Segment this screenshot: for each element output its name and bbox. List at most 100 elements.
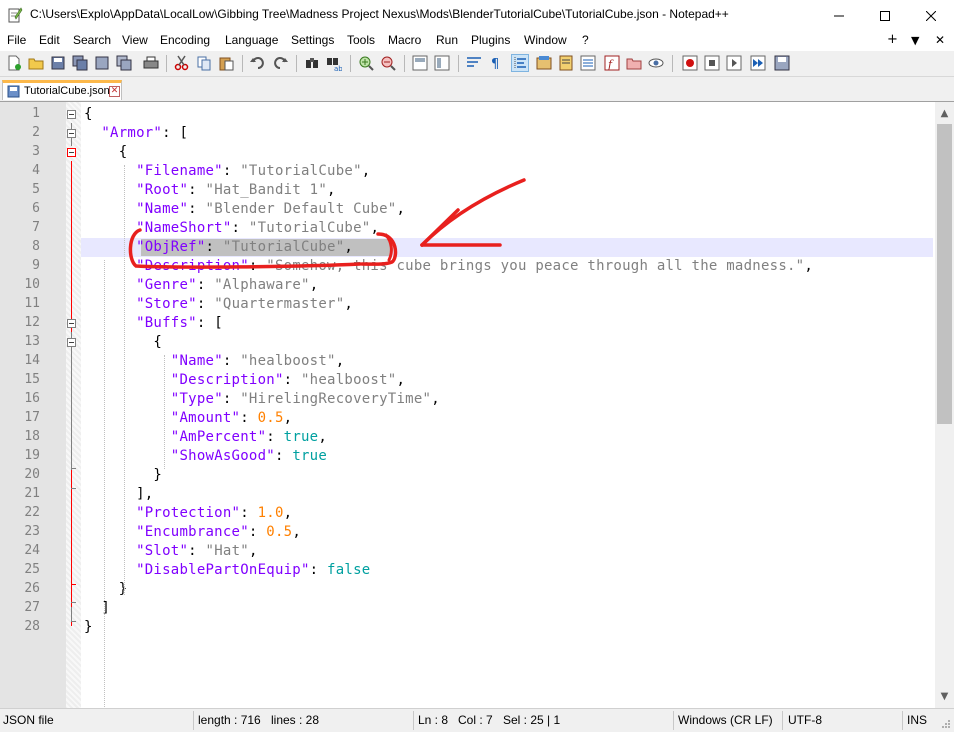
- save-macro-icon[interactable]: [774, 55, 790, 71]
- code-line-1[interactable]: 1{: [0, 105, 935, 124]
- print-icon[interactable]: [143, 55, 159, 71]
- sync-vertical-icon[interactable]: [412, 55, 428, 71]
- tab-tutorialcube-json[interactable]: TutorialCube.json ✕: [2, 80, 122, 100]
- tab-close-icon[interactable]: ✕: [109, 86, 120, 97]
- code-line-28[interactable]: 28}: [0, 618, 935, 637]
- code-line-20[interactable]: 20 }: [0, 466, 935, 485]
- menu-help[interactable]: ?: [582, 33, 589, 47]
- user-language-icon[interactable]: [536, 55, 552, 71]
- cut-icon[interactable]: [174, 55, 190, 71]
- code-text[interactable]: "NameShort": "TutorialCube",: [84, 220, 379, 236]
- save-icon[interactable]: [50, 55, 66, 71]
- new-tab-plus-icon[interactable]: +: [887, 32, 898, 47]
- open-file-icon[interactable]: [28, 55, 44, 71]
- redo-icon[interactable]: [272, 55, 288, 71]
- code-text[interactable]: "Amount": 0.5,: [84, 410, 292, 426]
- fold-toggle-line-3[interactable]: [67, 148, 76, 157]
- word-wrap-icon[interactable]: [466, 55, 482, 71]
- menu-plugins[interactable]: Plugins: [471, 33, 510, 47]
- menu-run[interactable]: Run: [436, 33, 458, 47]
- paste-icon[interactable]: [218, 55, 234, 71]
- code-line-7[interactable]: 7 "NameShort": "TutorialCube",: [0, 219, 935, 238]
- close-all-icon[interactable]: [116, 55, 132, 71]
- fold-toggle-line-13[interactable]: [67, 338, 76, 347]
- code-text[interactable]: "Description": "healboost",: [84, 372, 405, 388]
- code-text[interactable]: "Genre": "Alphaware",: [84, 277, 318, 293]
- indent-guide-icon[interactable]: [511, 54, 529, 72]
- menu-search[interactable]: Search: [73, 33, 111, 47]
- code-text[interactable]: ]: [84, 600, 110, 616]
- find-icon[interactable]: [304, 55, 320, 71]
- new-file-icon[interactable]: [6, 55, 22, 71]
- show-all-characters-icon[interactable]: ¶: [488, 55, 504, 71]
- code-line-2[interactable]: 2 "Armor": [: [0, 124, 935, 143]
- function-list-icon[interactable]: [580, 55, 596, 71]
- zoom-out-icon[interactable]: [380, 55, 396, 71]
- code-text[interactable]: "Root": "Hat_Bandit 1",: [84, 182, 336, 198]
- minimize-button[interactable]: [816, 0, 862, 31]
- folder-workspace-icon[interactable]: [626, 55, 642, 71]
- code-text[interactable]: ],: [84, 486, 153, 502]
- menu-file[interactable]: File: [7, 33, 26, 47]
- menu-encoding[interactable]: Encoding: [160, 33, 210, 47]
- code-line-19[interactable]: 19 "ShowAsGood": true: [0, 447, 935, 466]
- code-line-15[interactable]: 15 "Description": "healboost",: [0, 371, 935, 390]
- function-icon[interactable]: f: [604, 55, 620, 71]
- code-text[interactable]: "ShowAsGood": true: [84, 448, 327, 464]
- code-line-12[interactable]: 12 "Buffs": [: [0, 314, 935, 333]
- undo-icon[interactable]: [250, 55, 266, 71]
- sync-horizontal-icon[interactable]: [434, 55, 450, 71]
- code-line-21[interactable]: 21 ],: [0, 485, 935, 504]
- code-line-14[interactable]: 14 "Name": "healboost",: [0, 352, 935, 371]
- code-text[interactable]: "Description": "Somehow, this cube bring…: [84, 258, 813, 274]
- code-text[interactable]: "Protection": 1.0,: [84, 505, 292, 521]
- resize-grip-icon[interactable]: [940, 718, 952, 730]
- code-text[interactable]: "Armor": [: [84, 125, 188, 141]
- code-text[interactable]: }: [84, 619, 93, 635]
- code-line-3[interactable]: 3 {: [0, 143, 935, 162]
- code-line-4[interactable]: 4 "Filename": "TutorialCube",: [0, 162, 935, 181]
- save-all-icon[interactable]: [72, 55, 88, 71]
- menu-view[interactable]: View: [122, 33, 148, 47]
- run-macro-multiple-icon[interactable]: [750, 55, 766, 71]
- code-text[interactable]: "AmPercent": true,: [84, 429, 327, 445]
- code-text[interactable]: "Name": "Blender Default Cube",: [84, 201, 405, 217]
- code-text[interactable]: "Slot": "Hat",: [84, 543, 258, 559]
- replace-icon[interactable]: ab: [326, 55, 342, 71]
- status-encoding[interactable]: UTF-8: [788, 713, 822, 727]
- fold-toggle-line-12[interactable]: [67, 319, 76, 328]
- monitoring-eye-icon[interactable]: [648, 55, 664, 71]
- code-line-8[interactable]: 8 "ObjRef": "TutorialCube",: [0, 238, 935, 257]
- scroll-up-icon[interactable]: ▲: [935, 105, 954, 122]
- doc-map-icon[interactable]: [558, 55, 574, 71]
- menu-macro[interactable]: Macro: [388, 33, 421, 47]
- zoom-in-icon[interactable]: [358, 55, 374, 71]
- code-text[interactable]: "Filename": "TutorialCube",: [84, 163, 370, 179]
- status-eol[interactable]: Windows (CR LF): [678, 713, 773, 727]
- code-line-17[interactable]: 17 "Amount": 0.5,: [0, 409, 935, 428]
- fold-toggle-line-1[interactable]: [67, 110, 76, 119]
- close-document-icon[interactable]: ✕: [935, 33, 945, 47]
- editor-area[interactable]: 1{2 "Armor": [3 {4 "Filename": "Tutorial…: [0, 101, 954, 715]
- code-text[interactable]: }: [84, 581, 127, 597]
- code-line-27[interactable]: 27 ]: [0, 599, 935, 618]
- code-text[interactable]: {: [84, 144, 127, 160]
- code-text[interactable]: {: [84, 106, 93, 122]
- fold-toggle-line-2[interactable]: [67, 129, 76, 138]
- code-line-5[interactable]: 5 "Root": "Hat_Bandit 1",: [0, 181, 935, 200]
- menu-tools[interactable]: Tools: [347, 33, 375, 47]
- scroll-down-icon[interactable]: ▼: [935, 688, 954, 705]
- code-line-22[interactable]: 22 "Protection": 1.0,: [0, 504, 935, 523]
- code-text[interactable]: "Encumbrance": 0.5,: [84, 524, 301, 540]
- menu-language[interactable]: Language: [225, 33, 278, 47]
- code-line-25[interactable]: 25 "DisablePartOnEquip": false: [0, 561, 935, 580]
- code-line-23[interactable]: 23 "Encumbrance": 0.5,: [0, 523, 935, 542]
- tab-list-down-icon[interactable]: ▼: [911, 34, 919, 47]
- play-macro-icon[interactable]: [726, 55, 742, 71]
- status-insert-mode[interactable]: INS: [907, 713, 927, 727]
- code-line-13[interactable]: 13 {: [0, 333, 935, 352]
- code-line-9[interactable]: 9 "Description": "Somehow, this cube bri…: [0, 257, 935, 276]
- record-macro-icon[interactable]: [682, 55, 698, 71]
- stop-macro-icon[interactable]: [704, 55, 720, 71]
- code-line-24[interactable]: 24 "Slot": "Hat",: [0, 542, 935, 561]
